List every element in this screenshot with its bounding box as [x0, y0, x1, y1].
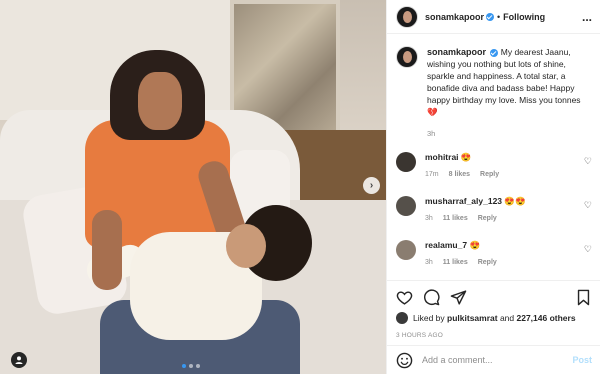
comment-text: 😍	[469, 240, 481, 250]
photo-person-arm	[92, 210, 122, 290]
commenter-avatar[interactable]	[396, 196, 416, 216]
author-handle[interactable]: sonamkapoor	[425, 12, 484, 22]
carousel-dot	[182, 364, 186, 368]
comment-meta: 3h 11 likes Reply	[425, 215, 592, 222]
comment-age[interactable]: 17m	[425, 171, 439, 178]
user-icon	[15, 356, 23, 364]
likes-text: Liked by pulkitsamrat and 227,146 others	[413, 313, 576, 323]
post-caption: sonamkapoor My dearest Jaanu, wishing yo…	[387, 34, 600, 140]
comment-icon[interactable]	[423, 288, 440, 306]
comment-meta: 17m 8 likes Reply	[425, 171, 592, 178]
comment-likes[interactable]: 11 likes	[443, 259, 468, 266]
heart-icon[interactable]	[396, 289, 413, 306]
caption-text: My dearest Jaanu, wishing you nothing bu…	[427, 47, 581, 117]
caption-author[interactable]: sonamkapoor	[427, 47, 486, 57]
comment-text: 😍😍	[504, 196, 526, 206]
share-icon[interactable]	[450, 289, 467, 306]
comment-input[interactable]	[422, 355, 573, 365]
bookmark-icon[interactable]	[575, 289, 592, 306]
carousel-indicator	[182, 364, 200, 368]
comment-composer: Post	[387, 345, 600, 374]
commenter-avatar[interactable]	[396, 152, 416, 172]
comment-body: realamu_7 😍 3h 11 likes Reply	[425, 240, 592, 266]
liker-avatar[interactable]	[396, 312, 408, 324]
comment-meta: 3h 11 likes Reply	[425, 259, 592, 266]
verified-badge-icon	[486, 12, 495, 21]
comment-likes[interactable]: 8 likes	[449, 171, 470, 178]
carousel-dot	[189, 364, 193, 368]
separator-dot: •	[497, 11, 501, 22]
following-button[interactable]: Following	[503, 12, 545, 22]
commenter-handle[interactable]: realamu_7	[425, 240, 467, 250]
liker-handle[interactable]: pulkitsamrat	[447, 313, 498, 323]
post-photo[interactable]: ›	[0, 0, 386, 374]
more-options-icon[interactable]: ...	[582, 10, 592, 24]
post-comment-button[interactable]: Post	[572, 355, 592, 365]
comment-item: musharraf_aly_123 😍😍 3h 11 likes Reply ♡	[396, 196, 592, 222]
comment-body: mohitrai 😍 17m 8 likes Reply	[425, 152, 592, 178]
caption-body: sonamkapoor My dearest Jaanu, wishing yo…	[427, 46, 591, 140]
emoji-icon[interactable]	[396, 352, 413, 369]
chevron-right-icon: ›	[369, 179, 374, 191]
likes-summary: Liked by pulkitsamrat and 227,146 others	[396, 312, 592, 324]
post-actions: Liked by pulkitsamrat and 227,146 others…	[387, 280, 600, 339]
comment-text: 😍	[460, 152, 472, 162]
heart-icon[interactable]: ♡	[584, 244, 592, 255]
photo-person-face	[138, 72, 182, 130]
comment-item: realamu_7 😍 3h 11 likes Reply ♡	[396, 240, 592, 266]
commenter-handle[interactable]: musharraf_aly_123	[425, 196, 502, 206]
carousel-next-button[interactable]: ›	[363, 177, 380, 194]
heart-icon[interactable]: ♡	[584, 200, 592, 211]
comment-reply-button[interactable]: Reply	[480, 171, 499, 178]
photo-baby-face	[226, 224, 266, 268]
author-avatar[interactable]	[396, 5, 418, 28]
carousel-dot	[196, 364, 200, 368]
tagged-users-button[interactable]	[11, 352, 27, 368]
commenter-avatar[interactable]	[396, 240, 416, 260]
post-timestamp[interactable]: 3 HOURS AGO	[396, 332, 592, 339]
action-icons	[396, 287, 592, 307]
instagram-post-modal: › sonamkapoor • Following ... sonamkapoo…	[0, 0, 600, 374]
caption-timestamp[interactable]: 3h	[427, 128, 591, 140]
comment-likes[interactable]: 11 likes	[443, 215, 468, 222]
comment-age[interactable]: 3h	[425, 215, 433, 222]
comment-reply-button[interactable]: Reply	[478, 215, 497, 222]
heart-icon[interactable]: ♡	[584, 156, 592, 167]
author-avatar[interactable]	[396, 46, 418, 68]
comment-item: mohitrai 😍 17m 8 likes Reply ♡	[396, 152, 592, 178]
comment-body: musharraf_aly_123 😍😍 3h 11 likes Reply	[425, 196, 592, 222]
commenter-handle[interactable]: mohitrai	[425, 152, 459, 162]
likes-count[interactable]: 227,146 others	[516, 313, 575, 323]
verified-badge-icon	[490, 48, 499, 57]
comment-age[interactable]: 3h	[425, 259, 433, 266]
post-sidebar: sonamkapoor • Following ... sonamkapoor …	[386, 0, 600, 374]
comment-reply-button[interactable]: Reply	[478, 259, 497, 266]
post-header: sonamkapoor • Following ...	[387, 0, 600, 34]
